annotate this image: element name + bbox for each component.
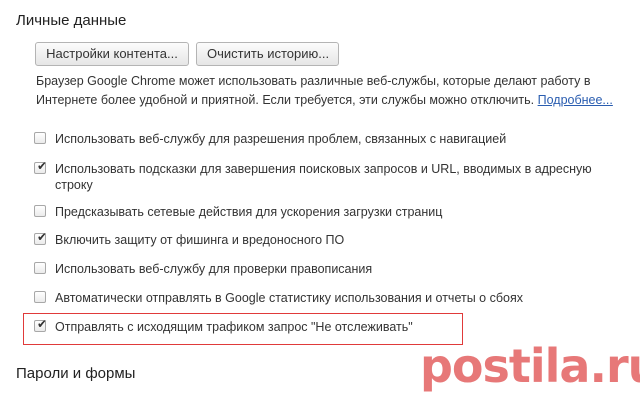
checkbox-navigation-errors[interactable] [34, 132, 46, 144]
privacy-description-text: Браузер Google Chrome может использовать… [36, 74, 591, 107]
checkbox-usage-stats[interactable] [34, 291, 46, 303]
option-predict-network[interactable]: Предсказывать сетевые действия для ускор… [34, 204, 615, 220]
option-usage-stats[interactable]: Автоматически отправлять в Google статис… [34, 290, 615, 306]
section-title-personal-data: Личные данные [16, 12, 127, 29]
option-label: Предсказывать сетевые действия для ускор… [55, 205, 443, 219]
option-navigation-errors[interactable]: Использовать веб-службу для разрешения п… [34, 131, 615, 147]
privacy-description: Браузер Google Chrome может использовать… [36, 72, 636, 110]
checkbox-phishing-protection[interactable]: ✔ [34, 230, 48, 245]
option-label: Использовать подсказки для завершения по… [55, 162, 592, 192]
section-title-passwords-forms: Пароли и формы [16, 365, 136, 382]
option-search-suggestions[interactable]: ✔ Использовать подсказки для завершения … [34, 159, 615, 193]
option-label: Включить защиту от фишинга и вредоносног… [55, 233, 345, 247]
option-phishing-protection[interactable]: ✔ Включить защиту от фишинга и вредоносн… [34, 230, 615, 248]
clear-history-button[interactable]: Очистить историю... [196, 42, 339, 66]
watermark-logo: postila.ru [420, 339, 640, 393]
option-label: Использовать веб-службу для разрешения п… [55, 132, 507, 146]
option-label: Использовать веб-службу для проверки пра… [55, 262, 373, 276]
option-label: Автоматически отправлять в Google статис… [55, 291, 523, 305]
learn-more-link[interactable]: Подробнее... [538, 93, 613, 107]
checkmark-icon: ✔ [37, 159, 48, 173]
checkmark-icon: ✔ [37, 230, 48, 244]
highlight-box [23, 313, 463, 345]
checkbox-predict-network[interactable] [34, 205, 46, 217]
checkbox-search-suggestions[interactable]: ✔ [34, 159, 48, 174]
option-spellcheck[interactable]: Использовать веб-службу для проверки пра… [34, 261, 615, 277]
checkbox-spellcheck[interactable] [34, 262, 46, 274]
content-settings-button[interactable]: Настройки контента... [35, 42, 189, 66]
